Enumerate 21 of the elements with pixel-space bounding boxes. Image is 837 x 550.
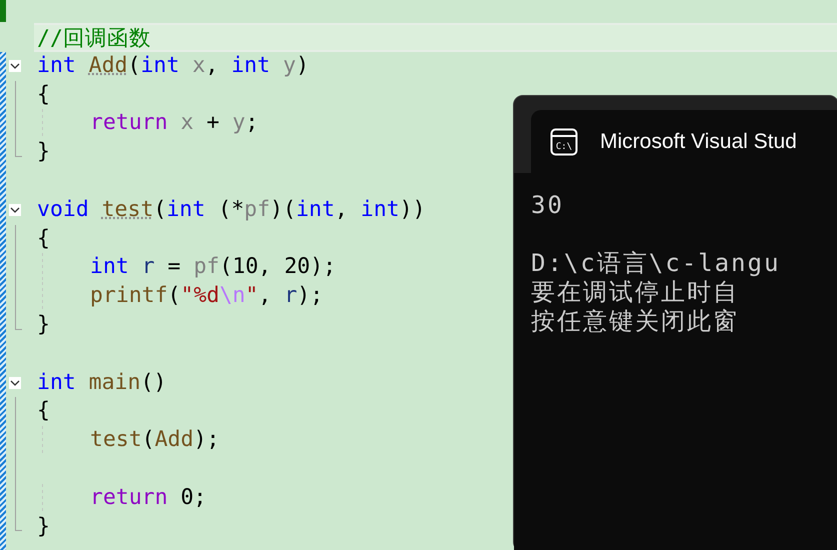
code-line: { <box>37 224 50 253</box>
collapse-icon[interactable] <box>9 376 21 389</box>
console-output-line: D:\c语言\c-langu <box>531 249 782 278</box>
code-line: { <box>37 80 50 109</box>
code-line: void test(int (*pf)(int, int)) <box>37 196 426 224</box>
code-line: } <box>37 512 50 541</box>
code-line: { <box>37 397 50 426</box>
console-tab[interactable]: C:\ Microsoft Visual Stud <box>531 110 837 173</box>
change-marker <box>0 0 6 22</box>
code-comment: //回调函数 <box>37 25 151 50</box>
collapse-icon[interactable] <box>9 60 21 72</box>
code-line: } <box>37 138 50 166</box>
code-line: int main() <box>37 368 166 397</box>
terminal-icon: C:\ <box>550 128 578 156</box>
console-output-line: 30 <box>531 191 565 220</box>
code-line: int Add(int x, int y) <box>37 52 309 80</box>
code-line: } <box>37 310 50 339</box>
window-title: Microsoft Visual Stud <box>600 130 797 154</box>
collapse-icon[interactable] <box>9 204 21 216</box>
console-output-line: 要在调试停止时自 <box>531 278 740 307</box>
console-output-line: 按任意键关闭此窗 <box>531 307 740 336</box>
